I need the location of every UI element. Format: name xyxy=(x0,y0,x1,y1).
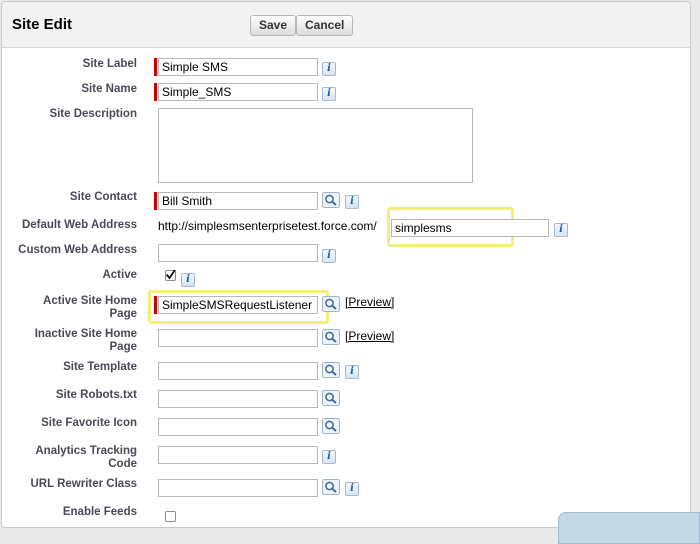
info-icon[interactable]: i xyxy=(322,62,336,76)
site-template-label: Site Template xyxy=(63,361,137,373)
site-robots-label: Site Robots.txt xyxy=(55,389,137,401)
info-icon[interactable]: i xyxy=(322,450,336,464)
inactive-home-preview-link[interactable]: [Preview] xyxy=(345,329,394,343)
site-label-label: Site Label xyxy=(82,58,137,70)
custom-web-address-input[interactable] xyxy=(158,244,318,262)
site-name-input[interactable]: Simple_SMS xyxy=(158,83,318,101)
info-icon[interactable]: i xyxy=(554,223,568,237)
info-icon[interactable]: i xyxy=(181,273,195,287)
info-icon[interactable]: i xyxy=(322,87,336,101)
lookup-magnifier-icon[interactable] xyxy=(322,362,340,378)
required-indicator xyxy=(154,192,157,210)
url-rewriter-label: URL Rewriter Class xyxy=(30,478,137,490)
page-title: Site Edit xyxy=(12,16,73,33)
save-button[interactable]: Save xyxy=(250,15,297,36)
cancel-button[interactable]: Cancel xyxy=(296,15,354,36)
site-description-label: Site Description xyxy=(49,108,137,120)
info-icon[interactable]: i xyxy=(345,482,359,496)
active-home-preview-link[interactable]: [Preview] xyxy=(345,295,394,309)
site-name-label: Site Name xyxy=(81,83,137,95)
lookup-magnifier-icon[interactable] xyxy=(322,329,340,345)
enable-feeds-label: Enable Feeds xyxy=(62,506,137,518)
chat-widget-tab[interactable] xyxy=(558,512,700,544)
site-contact-input[interactable]: Bill Smith xyxy=(158,192,318,210)
lookup-magnifier-icon[interactable] xyxy=(322,418,340,434)
info-icon[interactable]: i xyxy=(322,249,336,263)
site-robots-input[interactable] xyxy=(158,390,318,408)
lookup-magnifier-icon[interactable] xyxy=(322,296,340,312)
active-label: Active xyxy=(102,269,137,281)
default-web-address-label: Default Web Address xyxy=(21,219,137,231)
page-header: Site Edit Save Cancel xyxy=(2,2,690,48)
lookup-magnifier-icon[interactable] xyxy=(322,390,340,406)
required-indicator xyxy=(154,83,157,101)
analytics-input[interactable] xyxy=(158,446,318,464)
active-home-label: Active Site Home Page xyxy=(43,295,137,321)
site-description-textarea[interactable] xyxy=(158,108,473,183)
active-checkbox[interactable] xyxy=(165,269,176,281)
active-home-label-line1: Active Site Home xyxy=(43,295,137,307)
inactive-home-input[interactable] xyxy=(158,329,318,347)
analytics-label: Analytics Tracking Code xyxy=(35,445,137,471)
web-address-prefix: http://simplesmsenterprisetest.force.com… xyxy=(158,219,377,233)
info-icon[interactable]: i xyxy=(345,365,359,379)
lookup-magnifier-icon[interactable] xyxy=(322,479,340,495)
inactive-home-label-line2: Page xyxy=(109,341,138,353)
inactive-home-label: Inactive Site Home Page xyxy=(35,328,137,354)
info-icon[interactable]: i xyxy=(345,195,359,209)
inactive-home-label-line1: Inactive Site Home xyxy=(34,328,137,340)
enable-feeds-checkbox[interactable] xyxy=(165,511,176,522)
favorite-icon-input[interactable] xyxy=(158,418,318,436)
active-home-label-line2: Page xyxy=(109,308,138,320)
analytics-label-line1: Analytics Tracking xyxy=(35,445,137,457)
custom-web-address-label: Custom Web Address xyxy=(18,244,137,256)
required-indicator xyxy=(154,296,157,314)
site-edit-panel: Site Edit Save Cancel Site Label Simple … xyxy=(1,1,691,528)
favorite-icon-label: Site Favorite Icon xyxy=(41,417,137,429)
lookup-magnifier-icon[interactable] xyxy=(322,192,340,208)
default-web-address-input[interactable]: simplesms xyxy=(391,219,549,237)
required-indicator xyxy=(154,58,157,76)
site-label-input[interactable]: Simple SMS xyxy=(158,58,318,76)
analytics-label-line2: Code xyxy=(108,458,137,470)
site-contact-label: Site Contact xyxy=(69,191,137,203)
active-home-input[interactable]: SimpleSMSRequestListener xyxy=(158,296,318,314)
checkmark-icon xyxy=(165,269,176,280)
site-template-input[interactable] xyxy=(158,362,318,380)
url-rewriter-input[interactable] xyxy=(158,479,318,497)
